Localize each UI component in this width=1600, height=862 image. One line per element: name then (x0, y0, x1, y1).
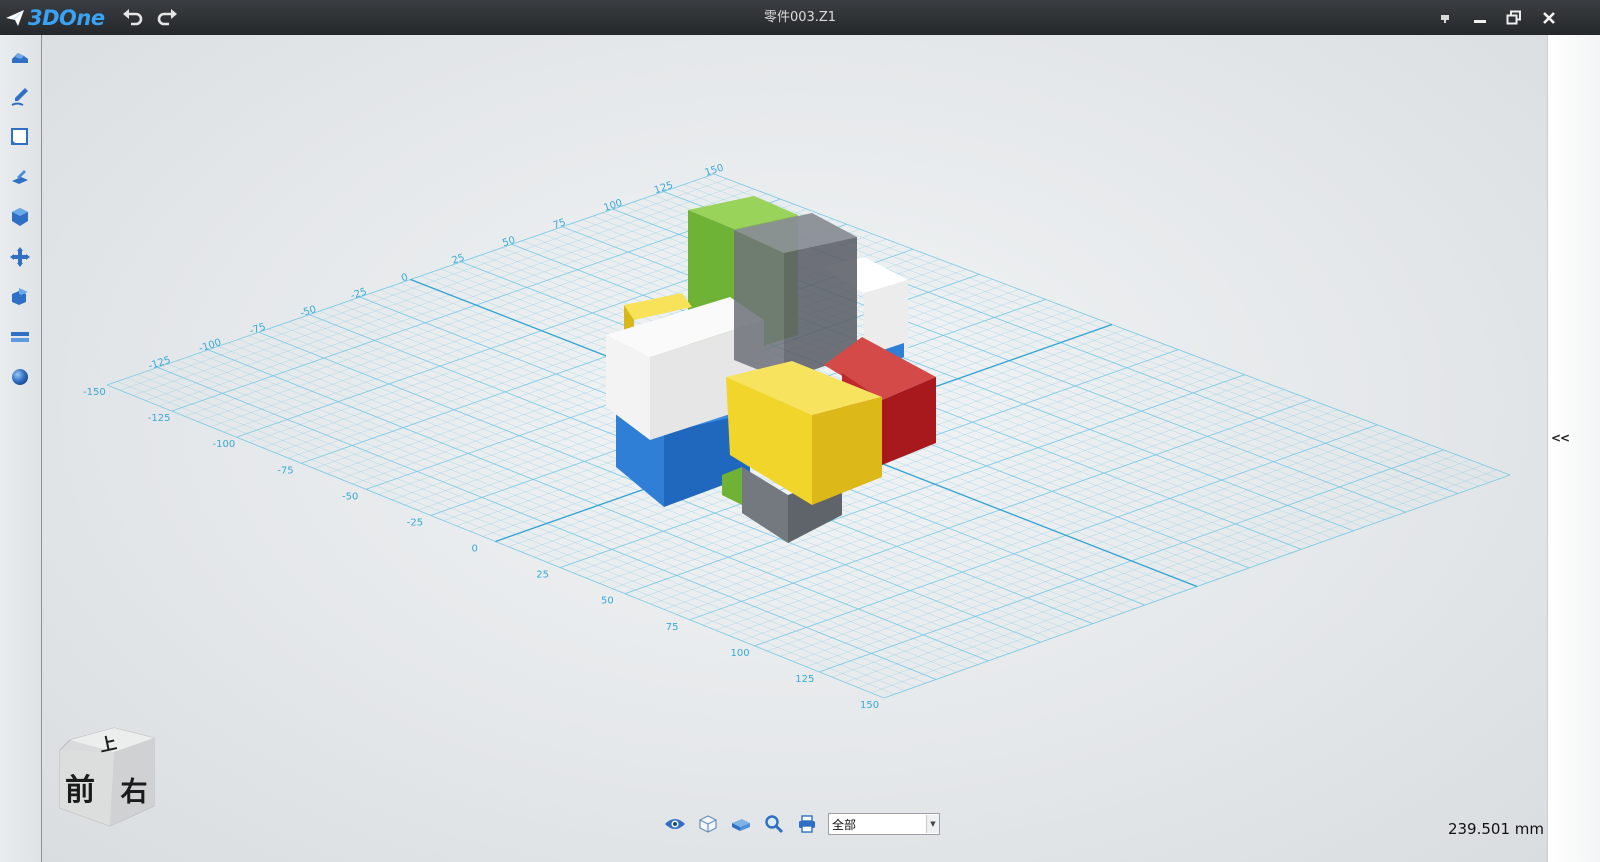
model-assembly[interactable] (606, 196, 936, 543)
grid-tick-label: 25 (451, 252, 467, 266)
grid-tick-label: 75 (666, 622, 679, 633)
grid-tick-label: 125 (795, 674, 814, 685)
pin-ribbon-button[interactable] (1433, 6, 1457, 30)
tool-feature[interactable] (8, 165, 32, 189)
app-name: 3DOne (28, 6, 105, 30)
tool-material-render[interactable] (8, 365, 32, 389)
printer-icon (799, 815, 815, 833)
grid-tick-label: 75 (552, 217, 568, 231)
tool-shape-primitives[interactable] (8, 45, 32, 69)
grid-tick-label: -50 (342, 491, 358, 502)
eye-icon (665, 819, 685, 829)
grid-tick-label: 50 (601, 596, 614, 607)
3d-viewport[interactable]: -150 -125 -100 -75 -50 -25 0 25 50 75 100 125 150 -12… (42, 35, 1547, 862)
title-bar: 3DOne 零件003.Z1 (0, 0, 1600, 35)
undo-icon (123, 9, 143, 26)
view-cube[interactable]: 上 前 右 (59, 727, 155, 827)
tool-combine[interactable] (8, 285, 32, 309)
expand-panel-button[interactable]: << (1549, 428, 1571, 448)
sketch-pen-icon (11, 88, 28, 106)
redo-button[interactable] (154, 5, 180, 31)
view-cube-front-label: 前 (65, 773, 95, 808)
measurement-readout: 239.501 mm (1447, 820, 1544, 838)
shaded-plane-icon (732, 819, 750, 831)
selection-filter-dropdown[interactable]: 全部 ▼ (828, 813, 940, 835)
grid-tick-label: -100 (198, 337, 223, 354)
magnifier-icon (765, 815, 784, 834)
right-panel-edge (1547, 35, 1600, 862)
grid-tick-label: 150 (860, 700, 879, 711)
grid-tick-label: 0 (472, 544, 478, 555)
print-button[interactable] (792, 812, 822, 836)
grid-tick-label: -125 (148, 413, 171, 424)
redo-icon (157, 9, 177, 26)
grid-tick-label: 50 (501, 235, 517, 249)
chevron-down-icon: ▼ (926, 815, 939, 833)
close-icon (1543, 12, 1555, 24)
undo-button[interactable] (120, 5, 146, 31)
feature-pull-icon (12, 170, 28, 184)
left-toolbar (0, 35, 42, 862)
grid-tick-label: 100 (602, 198, 624, 214)
special-function-icon (12, 208, 28, 226)
tool-sketch-edit[interactable] (8, 125, 32, 149)
minimize-button[interactable] (1468, 6, 1492, 30)
restore-button[interactable] (1502, 6, 1526, 30)
grid-tick-label: 150 (704, 162, 726, 178)
grid-tick-label: -75 (277, 465, 293, 476)
view-cube-right-label: 右 (121, 777, 148, 808)
basic-edit-move-icon (10, 247, 30, 267)
material-render-icon (12, 369, 28, 385)
zoom-button[interactable] (759, 812, 789, 836)
tool-special-function[interactable] (8, 205, 32, 229)
selection-filter-value: 全部 (832, 817, 857, 832)
combine-icon (12, 288, 28, 305)
view-wireframe-button[interactable] (693, 812, 723, 836)
tool-measure[interactable] (8, 325, 32, 349)
grid-tick-label: 125 (653, 180, 675, 196)
view-shaded-button[interactable] (726, 812, 756, 836)
close-button[interactable] (1537, 6, 1561, 30)
restore-icon (1506, 10, 1521, 25)
bottom-toolbar: 全部 ▼ (660, 811, 940, 837)
tool-sketch[interactable] (8, 85, 32, 109)
pin-icon (1441, 15, 1449, 23)
grid-tick-label: -100 (213, 439, 236, 450)
tool-basic-edit[interactable] (8, 245, 32, 269)
shape-primitives-icon (12, 53, 28, 63)
grid-tick-label: 25 (536, 570, 549, 581)
app-logo[interactable]: 3DOne (4, 5, 105, 31)
grid-tick-label: -25 (407, 517, 423, 528)
grid-tick-label: -150 (83, 387, 106, 398)
measure-distance-icon (11, 332, 29, 342)
minimize-icon (1474, 20, 1486, 23)
paper-plane-icon (6, 10, 24, 26)
window-title: 零件003.Z1 (763, 10, 837, 25)
scene-canvas[interactable]: -150 -125 -100 -75 -50 -25 0 25 50 75 100 125 150 -12… (42, 35, 1547, 862)
grid-tick-label: 100 (731, 648, 750, 659)
sketch-edit-icon (11, 128, 28, 145)
wireframe-cube-icon (699, 815, 717, 833)
grid-tick-label: -125 (147, 355, 172, 372)
view-visibility-button[interactable] (660, 812, 690, 836)
